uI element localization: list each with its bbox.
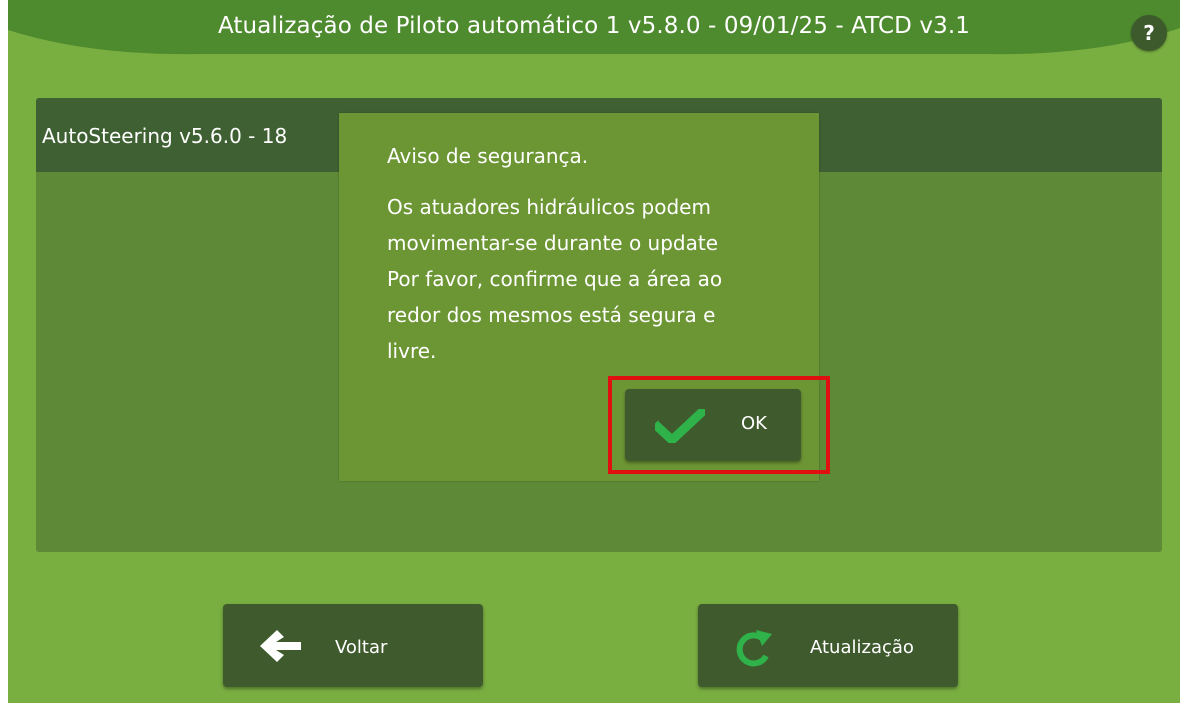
ok-button-label: OK: [741, 413, 767, 434]
update-button-label: Atualização: [810, 637, 914, 658]
dialog-heading: Aviso de segurança.: [387, 144, 589, 168]
list-item-label: AutoSteering v5.6.0 - 18: [42, 124, 288, 148]
dialog-message: Os atuadores hidráulicos podem movimenta…: [387, 189, 807, 369]
help-button[interactable]: ?: [1131, 15, 1167, 51]
ok-button[interactable]: OK: [625, 389, 801, 461]
title-bar: Atualização de Piloto automático 1 v5.8.…: [8, 0, 1180, 60]
refresh-icon: [732, 628, 776, 672]
page-title: Atualização de Piloto automático 1 v5.8.…: [217, 13, 970, 39]
update-screen: Atualização de Piloto automático 1 v5.8.…: [8, 0, 1180, 703]
dialog-message-line: redor dos mesmos está segura e: [387, 303, 716, 327]
update-button[interactable]: Atualização: [698, 604, 958, 687]
back-button-label: Voltar: [335, 637, 388, 658]
arrow-left-icon: [257, 628, 303, 668]
dialog-message-line: Por favor, confirme que a área ao: [387, 267, 723, 291]
dialog-message-line: livre.: [387, 339, 437, 363]
dialog-message-line: Os atuadores hidráulicos podem: [387, 195, 711, 219]
checkmark-icon: [651, 405, 709, 447]
back-button[interactable]: Voltar: [223, 604, 483, 687]
dialog-message-line: movimentar-se durante o update: [387, 231, 719, 255]
help-icon: ?: [1143, 21, 1155, 45]
